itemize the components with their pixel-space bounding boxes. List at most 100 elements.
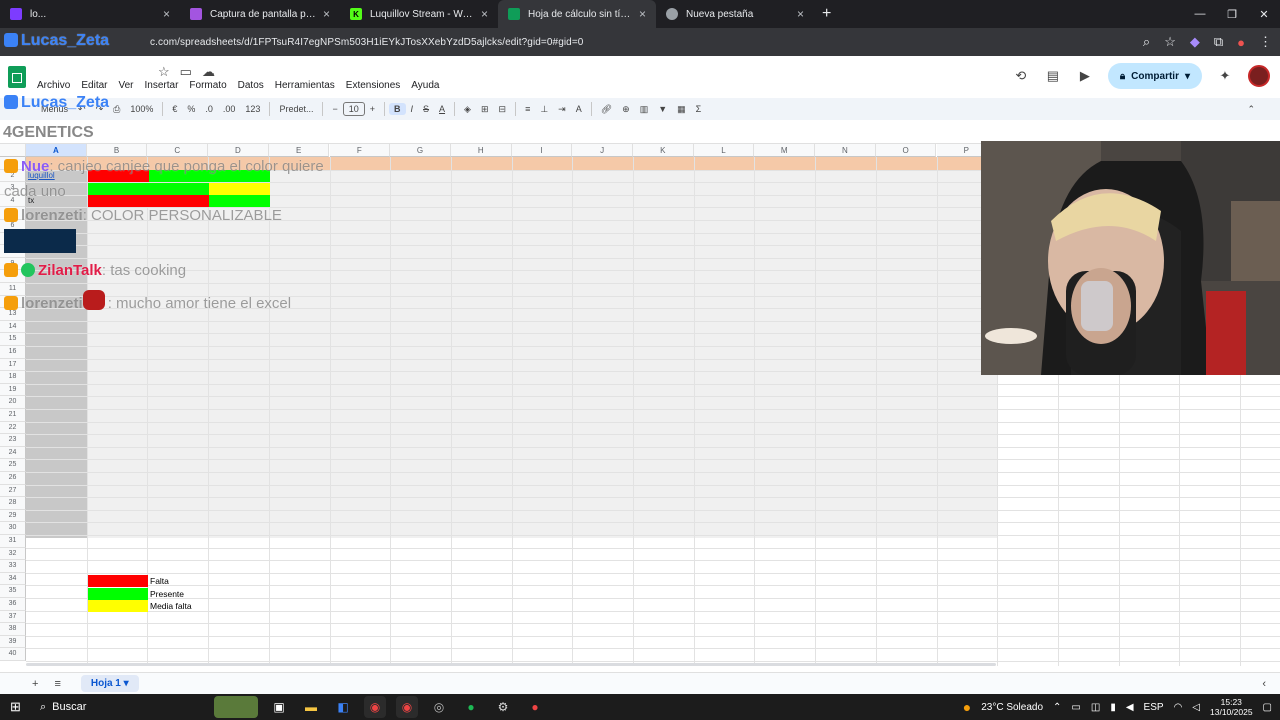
notifications-icon[interactable]: ▢ — [1263, 702, 1272, 713]
text-rotation-icon[interactable]: A — [571, 104, 587, 114]
horizontal-scrollbar[interactable] — [26, 663, 996, 666]
explore-icon[interactable]: ‹ — [1262, 678, 1266, 690]
text-color-button[interactable]: A — [434, 104, 450, 114]
clock[interactable]: 15:23 13/10/2025 — [1210, 697, 1253, 717]
row-header-32[interactable]: 32 — [0, 547, 26, 561]
column-header-l[interactable]: L — [693, 144, 755, 157]
fill-color-icon[interactable]: ◈ — [459, 104, 476, 115]
row-header-20[interactable]: 20 — [0, 396, 26, 409]
strikethrough-button[interactable]: S — [418, 104, 434, 114]
row-header-14[interactable]: 14 — [0, 320, 26, 334]
number-format-button[interactable]: 123 — [240, 104, 265, 114]
language-indicator[interactable]: ESP — [1144, 702, 1164, 713]
search-highlight-image[interactable] — [214, 696, 258, 718]
sheet-tab-hoja-1[interactable]: Hoja 1 ▾ — [80, 675, 139, 692]
bookmark-star-icon[interactable]: ☆ — [1164, 34, 1176, 50]
meet-icon[interactable]: ▶ — [1076, 67, 1094, 85]
vertical-align-icon[interactable]: ⊥ — [535, 104, 553, 115]
column-header-j[interactable]: J — [572, 144, 633, 157]
row-header-21[interactable]: 21 — [0, 409, 26, 422]
row-header-22[interactable]: 22 — [0, 421, 26, 435]
close-tab-icon[interactable]: × — [163, 7, 170, 21]
column-header-m[interactable]: M — [754, 144, 816, 157]
minimize-icon[interactable]: — — [1184, 0, 1216, 28]
windows-start-icon[interactable]: ⊞ — [10, 699, 21, 715]
row-header-36[interactable]: 36 — [0, 598, 26, 611]
insert-comment-icon[interactable]: ⊕ — [617, 104, 635, 115]
close-tab-icon[interactable]: × — [639, 7, 646, 21]
taskbar-search[interactable]: ⌕ Buscar — [40, 701, 180, 714]
column-header-i[interactable]: I — [511, 144, 573, 157]
restore-icon[interactable]: ❐ — [1216, 0, 1248, 28]
menu-editar[interactable]: Editar — [81, 80, 107, 91]
spotify-icon[interactable]: ● — [460, 696, 482, 718]
browser-tab-2[interactable]: Captura de pantalla por Lightshot × — [180, 0, 340, 28]
insert-link-icon[interactable]: 🔗︎ — [596, 104, 617, 115]
menu-herramientas[interactable]: Herramientas — [275, 80, 335, 91]
font-size-input[interactable]: 10 — [342, 102, 365, 116]
row-header-38[interactable]: 38 — [0, 623, 26, 636]
menu-datos[interactable]: Datos — [238, 80, 264, 91]
menu-extensiones[interactable]: Extensiones — [346, 80, 400, 91]
row-header-37[interactable]: 37 — [0, 610, 26, 624]
row-header-31[interactable]: 31 — [0, 535, 26, 548]
camera-icon[interactable]: ▭ — [1071, 702, 1080, 713]
row-header-33[interactable]: 33 — [0, 560, 26, 573]
app-icon[interactable]: ● — [524, 696, 546, 718]
legend-swatch-media-falta[interactable] — [88, 600, 148, 612]
filter-icon[interactable]: ▼ — [653, 104, 672, 114]
new-tab-button[interactable]: + — [814, 0, 839, 28]
column-header-k[interactable]: K — [633, 144, 694, 157]
sheets-logo-icon[interactable] — [8, 66, 26, 88]
row-header-39[interactable]: 39 — [0, 635, 26, 649]
row-header-40[interactable]: 40 — [0, 648, 26, 661]
borders-icon[interactable]: ⊞ — [476, 104, 494, 115]
comments-icon[interactable]: ▤ — [1044, 67, 1062, 85]
collapse-toolbar-icon[interactable]: ⌃ — [1242, 104, 1260, 115]
zoom-icon[interactable]: ⌕ — [1143, 34, 1150, 50]
obs-icon[interactable]: ◎ — [428, 696, 450, 718]
menu-insertar[interactable]: Insertar — [145, 80, 179, 91]
row-header-34[interactable]: 34 — [0, 572, 26, 586]
column-header-n[interactable]: N — [815, 144, 876, 157]
cloud-status-icon[interactable]: ☁ — [202, 64, 215, 80]
browser-tab-3[interactable]: K Luquillov Stream - Watch Live o × — [340, 0, 498, 28]
row-header-19[interactable]: 19 — [0, 383, 26, 397]
row-header-24[interactable]: 24 — [0, 446, 26, 460]
share-button[interactable]: 🔒︎ Compartir ▾ — [1107, 63, 1202, 89]
legend-swatch-presente[interactable] — [88, 588, 148, 600]
gemini-icon[interactable]: ✦ — [1216, 67, 1234, 85]
italic-button[interactable]: I — [406, 104, 419, 114]
zoom-select[interactable]: 100% — [125, 104, 158, 114]
row-header-27[interactable]: 27 — [0, 484, 26, 498]
volume-icon[interactable]: ◀ — [1126, 702, 1134, 713]
menu-ayuda[interactable]: Ayuda — [411, 80, 439, 91]
currency-button[interactable]: € — [167, 104, 182, 114]
browser-tab-1[interactable]: lo... × — [0, 0, 180, 28]
move-folder-icon[interactable]: ▭ — [180, 64, 192, 80]
browser-menu-icon[interactable]: ⋮ — [1259, 34, 1272, 50]
insert-chart-icon[interactable]: ▥ — [635, 104, 654, 115]
increase-font-icon[interactable]: + — [365, 104, 380, 114]
close-tab-icon[interactable]: × — [323, 7, 330, 21]
avatar[interactable] — [1248, 65, 1270, 87]
menu-ver[interactable]: Ver — [118, 80, 133, 91]
browser-tab-5[interactable]: Nueva pestaña × — [656, 0, 814, 28]
horizontal-align-icon[interactable]: ≡ — [520, 104, 535, 114]
increase-decimal-button[interactable]: .00 — [218, 104, 241, 114]
close-tab-icon[interactable]: × — [797, 7, 804, 21]
speaker-icon[interactable]: ◁ — [1192, 702, 1200, 713]
text-wrap-icon[interactable]: ⇥ — [553, 104, 571, 115]
column-header-h[interactable]: H — [450, 144, 512, 157]
settings-icon[interactable]: ⚙ — [492, 696, 514, 718]
row-header-25[interactable]: 25 — [0, 459, 26, 472]
wifi-icon[interactable]: ◠ — [1174, 702, 1183, 713]
legend-label-media-falta[interactable]: Media falta — [150, 600, 192, 612]
add-sheet-icon[interactable]: + — [32, 678, 38, 690]
row-header-30[interactable]: 30 — [0, 522, 26, 535]
browser-tab-4[interactable]: Hoja de cálculo sin título - Hoja × — [498, 0, 656, 28]
merge-cells-icon[interactable]: ⊟ — [494, 104, 512, 115]
task-view-icon[interactable]: ▣ — [268, 696, 290, 718]
row-header-15[interactable]: 15 — [0, 333, 26, 346]
extensions-puzzle-icon[interactable]: ⧉ — [1214, 34, 1223, 50]
